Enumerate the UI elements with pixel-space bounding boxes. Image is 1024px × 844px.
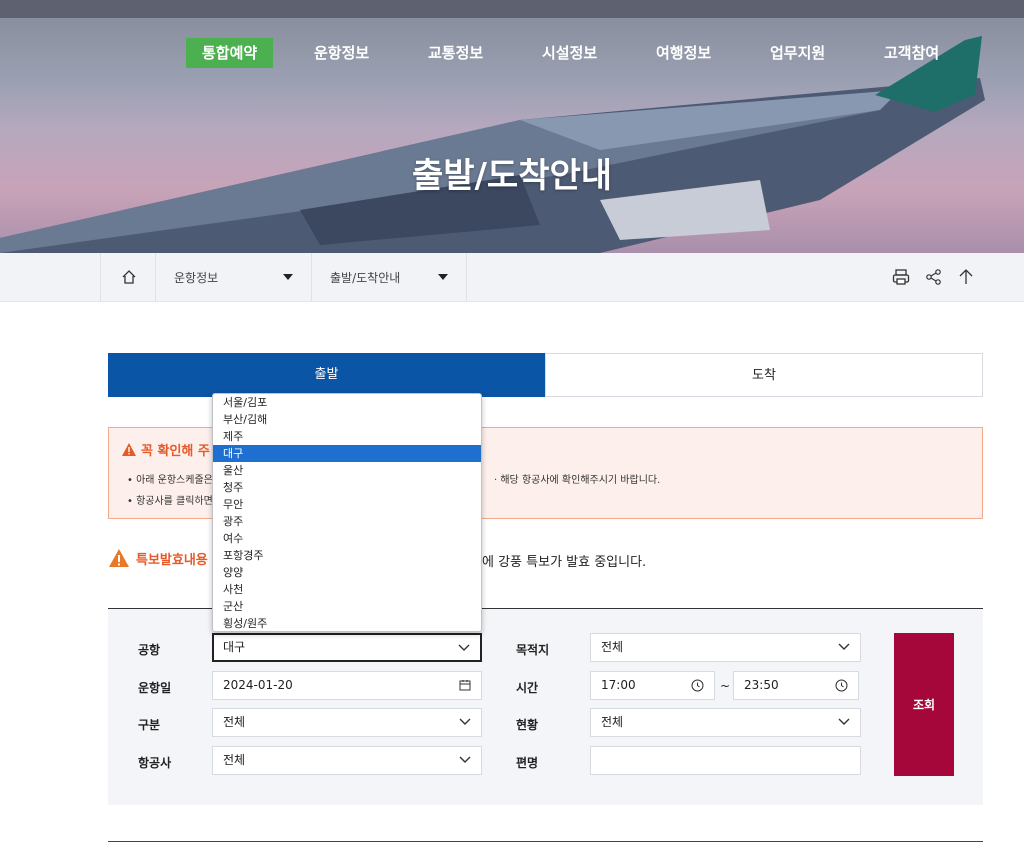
search-button[interactable]: 조회 [894, 633, 954, 776]
warning-icon [122, 443, 136, 456]
airline-select[interactable]: 전체 [212, 746, 482, 775]
calendar-icon[interactable] [459, 679, 471, 691]
nav-facility-info[interactable]: 시설정보 [542, 38, 597, 68]
results-table-top-border [108, 841, 983, 842]
airport-option[interactable]: 군산 [213, 598, 481, 615]
time-label: 시간 [516, 681, 539, 695]
nav-transport-info[interactable]: 교통정보 [428, 38, 483, 68]
nav-business-support[interactable]: 업무지원 [770, 38, 825, 68]
weather-warning-label: 특보발효내용 [108, 548, 208, 568]
breadcrumb-level2-label: 출발/도착안내 [330, 270, 401, 285]
tab-departure[interactable]: 출발 [108, 353, 545, 397]
flight-number-input[interactable] [590, 746, 861, 775]
airport-option[interactable]: 부산/김해 [213, 411, 481, 428]
date-label: 운항일 [138, 681, 172, 695]
breadcrumb-level2-select[interactable]: 출발/도착안내 [311, 253, 467, 301]
airport-option[interactable]: 무안 [213, 496, 481, 513]
notice-title: 꼭 확인해 주 [141, 444, 210, 459]
direction-tabs: 출발 도착 [108, 353, 983, 397]
chevron-down-icon [838, 643, 850, 650]
nav-customer-participation[interactable]: 고객참여 [884, 38, 939, 68]
caret-down-icon [283, 274, 293, 280]
date-input[interactable]: 2024-01-20 [212, 671, 482, 700]
warning-icon [109, 549, 129, 567]
type-select[interactable]: 전체 [212, 708, 482, 737]
home-icon [122, 270, 135, 284]
hero-banner: 통합예약 운항정보 교통정보 시설정보 여행정보 업무지원 고객참여 출발/도착… [0, 0, 1024, 253]
notice-item-tail: · 해당 항공사에 확인해주시기 바랍니다. [494, 475, 661, 486]
airport-option-selected[interactable]: 대구 [213, 445, 481, 462]
airport-option[interactable]: 제주 [213, 428, 481, 445]
chevron-down-icon [459, 718, 471, 725]
nav-flight-info[interactable]: 운항정보 [314, 38, 369, 68]
airport-option[interactable]: 울산 [213, 462, 481, 479]
destination-label: 목적지 [516, 643, 550, 657]
weather-warning-message: 에 강풍 특보가 발효 중입니다. [482, 555, 647, 570]
chevron-down-icon [459, 756, 471, 763]
airport-select[interactable]: 대구 [212, 633, 482, 662]
search-form: 공항 대구 목적지 전체 운항일 2024-01-20 시간 17:00 ~ 2… [108, 608, 983, 805]
airport-option[interactable]: 사천 [213, 581, 481, 598]
airport-option[interactable]: 횡성/원주 [213, 615, 481, 631]
share-icon[interactable] [924, 267, 944, 287]
caret-down-icon [438, 274, 448, 280]
flight-number-label: 편명 [516, 756, 539, 770]
notice-heading: 꼭 확인해 주 [121, 440, 210, 459]
status-select[interactable]: 전체 [590, 708, 861, 737]
airport-option[interactable]: 광주 [213, 513, 481, 530]
airport-option[interactable]: 여수 [213, 530, 481, 547]
breadcrumb-level1-label: 운항정보 [174, 270, 219, 285]
breadcrumb-home[interactable] [100, 253, 156, 301]
airport-dropdown-list: 서울/김포 부산/김해 제주 대구 울산 청주 무안 광주 여수 포항경주 양양… [212, 393, 482, 632]
type-label: 구분 [138, 718, 161, 732]
breadcrumb-level1-select[interactable]: 운항정보 [155, 253, 311, 301]
airport-label: 공항 [138, 643, 161, 657]
time-separator: ~ [720, 679, 731, 693]
chevron-down-icon [838, 718, 850, 725]
tab-arrival[interactable]: 도착 [545, 353, 983, 397]
notice-item: • 아래 운항스케줄은 [127, 475, 213, 486]
nav-integrated-booking[interactable]: 통합예약 [186, 38, 274, 68]
breadcrumb: 운항정보 출발/도착안내 [0, 253, 1024, 302]
airport-option[interactable]: 청주 [213, 479, 481, 496]
airport-option[interactable]: 서울/김포 [213, 394, 481, 411]
nav-travel-info[interactable]: 여행정보 [656, 38, 711, 68]
arrow-up-icon[interactable] [956, 267, 976, 287]
notice-item: • 항공사를 클릭하면 [127, 496, 213, 507]
airport-option[interactable]: 포항경주 [213, 547, 481, 564]
chevron-down-icon [458, 644, 470, 651]
print-icon[interactable] [891, 267, 911, 287]
clock-icon[interactable] [835, 679, 848, 692]
airport-option[interactable]: 양양 [213, 564, 481, 581]
destination-select[interactable]: 전체 [590, 633, 861, 662]
clock-icon[interactable] [691, 679, 704, 692]
time-to-input[interactable]: 23:50 [733, 671, 859, 700]
status-label: 현황 [516, 718, 539, 732]
airline-label: 항공사 [138, 756, 172, 770]
time-from-input[interactable]: 17:00 [590, 671, 715, 700]
page-title: 출발/도착안내 [411, 156, 613, 196]
main-navigation: 통합예약 운항정보 교통정보 시설정보 여행정보 업무지원 고객참여 [0, 38, 1024, 68]
